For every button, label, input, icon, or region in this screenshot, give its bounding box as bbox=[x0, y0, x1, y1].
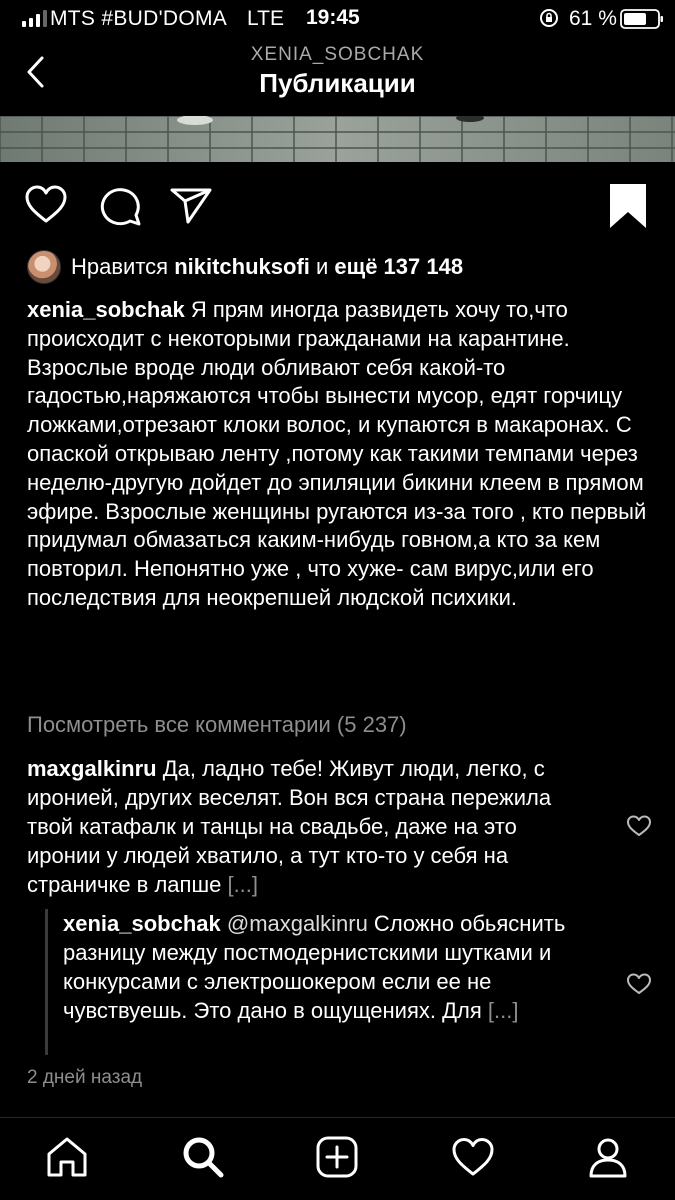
likes-summary[interactable]: Нравится nikitchuksofi и ещё 137 148 bbox=[27, 250, 463, 284]
caption-author[interactable]: xenia_sobchak bbox=[27, 297, 185, 322]
comment-more-link[interactable]: [...] bbox=[488, 998, 519, 1023]
comment-like-heart-icon[interactable] bbox=[626, 814, 652, 838]
share-paper-plane-icon[interactable] bbox=[168, 182, 214, 228]
comment: maxgalkinru Да, ладно тебе! Живут люди, … bbox=[27, 754, 587, 899]
comment-like-heart-icon[interactable] bbox=[626, 972, 652, 996]
carrier-name: MTS #BUD'DOMA bbox=[50, 7, 228, 30]
post-timestamp: 2 дней назад bbox=[27, 1067, 143, 1088]
page-title: Публикации bbox=[259, 68, 416, 98]
comment-author[interactable]: xenia_sobchak bbox=[63, 911, 221, 936]
like-heart-icon[interactable] bbox=[23, 182, 69, 228]
comment-reply: xenia_sobchak @maxgalkinru Сложно обьясн… bbox=[63, 909, 618, 1025]
view-all-comments-link[interactable]: Посмотреть все комментарии (5 237) bbox=[27, 712, 407, 738]
header-username: XENIA_SOBCHAK bbox=[250, 44, 425, 65]
rotation-lock-icon bbox=[540, 9, 558, 27]
home-icon[interactable] bbox=[44, 1134, 90, 1180]
likes-middle: и bbox=[309, 254, 335, 279]
comment-bubble-icon[interactable] bbox=[97, 182, 143, 228]
battery-icon bbox=[620, 9, 663, 29]
activity-heart-icon[interactable] bbox=[450, 1134, 496, 1180]
reply-indent-line bbox=[45, 909, 48, 1055]
comment-mention[interactable]: @maxgalkinru bbox=[221, 911, 368, 936]
post-image[interactable] bbox=[0, 116, 675, 162]
post-caption: xenia_sobchak Я прям иногда развидеть хо… bbox=[27, 296, 657, 613]
signal-strength-icon bbox=[22, 9, 47, 27]
bottom-tab-bar bbox=[0, 1118, 675, 1200]
search-icon[interactable] bbox=[180, 1134, 226, 1180]
battery-percent: 61 % bbox=[569, 7, 617, 30]
likes-count[interactable]: ещё 137 148 bbox=[334, 254, 463, 279]
likes-text: Нравится nikitchuksofi и ещё 137 148 bbox=[71, 254, 463, 280]
caption-text: Я прям иногда развидеть хочу то,что прои… bbox=[27, 297, 647, 610]
profile-icon[interactable] bbox=[585, 1134, 631, 1180]
status-time: 19:45 bbox=[306, 6, 360, 29]
liker-avatar[interactable] bbox=[27, 250, 61, 284]
status-bar: MTS #BUD'DOMA LTE 19:45 61 % bbox=[0, 0, 675, 38]
post-action-bar bbox=[0, 178, 675, 234]
network-type: LTE bbox=[247, 7, 284, 30]
bookmark-saved-icon[interactable] bbox=[607, 182, 649, 230]
liker-username[interactable]: nikitchuksofi bbox=[174, 254, 310, 279]
comment-author[interactable]: maxgalkinru bbox=[27, 756, 157, 781]
likes-prefix: Нравится bbox=[71, 254, 175, 279]
navigation-header: XENIA_SOBCHAK Публикации bbox=[0, 38, 675, 116]
new-post-icon[interactable] bbox=[314, 1134, 360, 1180]
comment-more-link[interactable]: [...] bbox=[227, 872, 258, 897]
